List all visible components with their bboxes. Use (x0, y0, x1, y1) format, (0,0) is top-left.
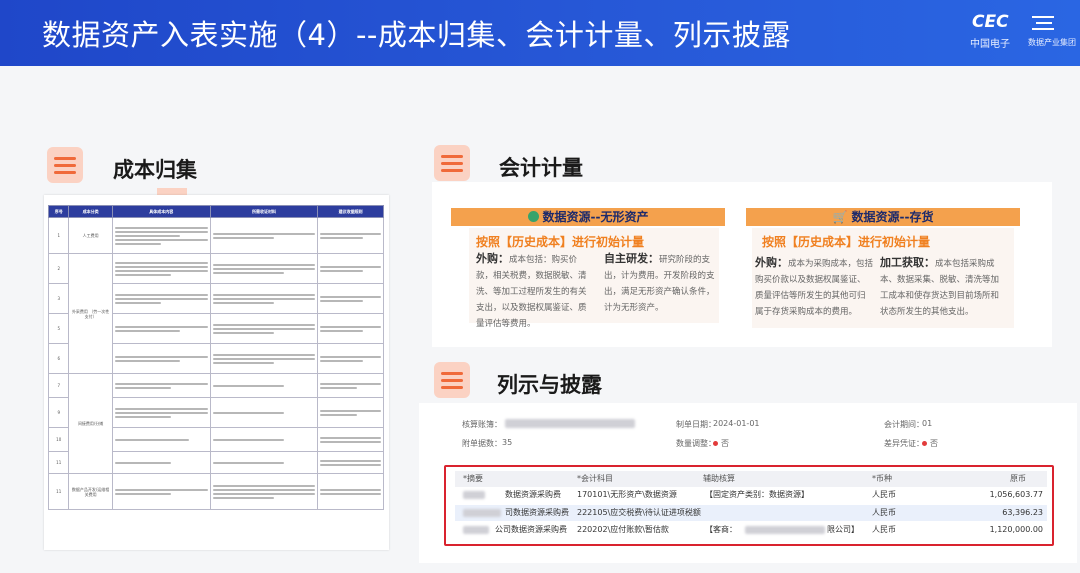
attach-value: 35 (502, 438, 513, 447)
row-category: 人工费用 (68, 217, 113, 254)
row-category: 间接费用/分摊 (68, 373, 113, 474)
list-icon (47, 147, 83, 183)
measure-panel: 数据资源--无形资产 按照【历史成本】进行初始计量 外购：成本包括：购买价款，相… (432, 182, 1052, 347)
header-bar: 数据资产入表实施（4）--成本归集、会计计量、列示披露 CEC 中国电子 数据产… (0, 0, 1080, 66)
highlight-box (444, 465, 1054, 546)
group-logo-icon (1032, 16, 1054, 30)
card2-subtitle: 按照【历史成本】进行初始计量 (762, 235, 931, 249)
row-number: 11 (47, 473, 70, 510)
table-row: 11 数据产品开发/运维相关费用 (47, 473, 384, 510)
cost-table-panel: 序号 成本分类 具体成本内容 所需收证材料 建议收据规则 1 人工费用 2 外采… (44, 195, 389, 550)
date-label: 制单日期： (676, 420, 716, 429)
row-number: 9 (47, 397, 70, 428)
row-number: 1 (47, 217, 70, 254)
user-icon (527, 211, 539, 222)
row-number: 5 (47, 313, 70, 344)
section-title-cost: 成本归集 (113, 158, 197, 182)
section-title-measure: 会计计量 (499, 156, 583, 180)
col-header: 建议收据规则 (317, 205, 384, 218)
section-tab-marker (157, 188, 187, 195)
row-number: 2 (47, 253, 70, 284)
row-category: 数据产品开发/运维相关费用 (68, 473, 113, 510)
book-label: 核算账簿： (462, 420, 502, 429)
col-header: 成本分类 (68, 205, 113, 218)
page-title: 数据资产入表实施（4）--成本归集、会计计量、列示披露 (42, 18, 791, 52)
row-number: 10 (47, 427, 70, 452)
col-header: 所需收证材料 (209, 205, 319, 218)
table-row: 7 间接费用/分摊 (47, 373, 384, 474)
card1-purchase-text: 外购：成本包括：购买价款，相关税费，数据脱敏、清洗、等加工过程所发生的有关支出，… (476, 252, 587, 329)
card1-rd-text: 自主研发：研究阶段的支出，计为费用。开发阶段的支出，满足无形资产确认条件，计为无… (604, 252, 715, 313)
qty-label: 数量调整： (676, 439, 716, 448)
date-value: 2024-01-01 (713, 419, 760, 428)
qty-value: 否 (713, 438, 729, 449)
diff-label: 差异凭证： (884, 439, 924, 448)
diff-value: 否 (922, 438, 938, 449)
list-icon (434, 145, 470, 181)
table-row: 2 外采费用 （劳一次性支付） (47, 253, 384, 374)
cart-icon: 🛒 (832, 210, 848, 224)
list-icon (434, 362, 470, 398)
cec-logo-org: 中国电子 (970, 39, 1010, 50)
card2-purchase-text: 外购：成本为采购成本，包括购买价款以及数据权属鉴证、质量评估等所发生的其他可归属… (755, 256, 874, 317)
row-number: 7 (47, 373, 70, 398)
attach-label: 附单据数： (462, 439, 502, 448)
row-number: 3 (47, 283, 70, 314)
period-value: 01 (922, 419, 933, 428)
row-number: 6 (47, 343, 70, 374)
row-category: 外采费用 （劳一次性支付） (68, 253, 113, 374)
book-value-redacted (505, 419, 635, 428)
card-header-intangible: 数据资源--无形资产 (451, 208, 725, 226)
col-header: 具体成本内容 (111, 205, 211, 218)
cec-logo: CEC (972, 12, 1009, 32)
card-header-inventory: 🛒 数据资源--存货 (746, 208, 1020, 226)
col-header: 序号 (47, 205, 70, 218)
card2-process-text: 加工获取：成本包括采购成本、数据采集、脱敏、清洗等加工成本和使存货达到目前场所和… (880, 256, 1000, 317)
cost-table: 序号 成本分类 具体成本内容 所需收证材料 建议收据规则 1 人工费用 2 外采… (47, 205, 384, 510)
period-label: 会计期间： (884, 420, 924, 429)
table-row: 1 人工费用 (47, 217, 384, 254)
section-title-disclosure: 列示与披露 (497, 373, 602, 397)
row-number: 11 (47, 451, 70, 474)
group-logo-text: 数据产业集团 (1028, 38, 1076, 47)
card1-subtitle: 按照【历史成本】进行初始计量 (476, 235, 645, 249)
